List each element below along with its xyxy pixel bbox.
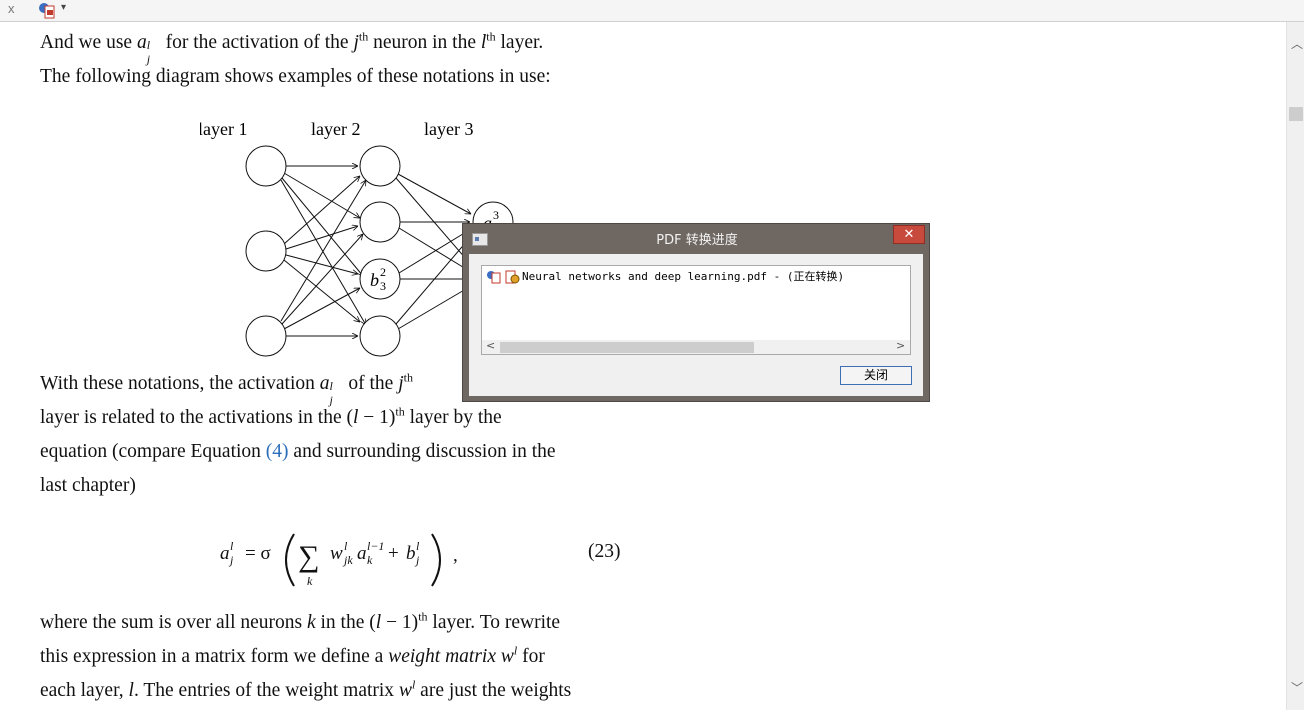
neuron-l2-2 — [359, 201, 401, 243]
paragraph-diagram-intro: The following diagram shows examples of … — [40, 66, 551, 87]
list-item[interactable]: Neural networks and deep learning.pdf - … — [486, 268, 844, 285]
neuron-l1-1 — [245, 145, 287, 187]
svg-text:∑: ∑ — [298, 540, 319, 573]
top-toolbar: x ▾ — [0, 0, 1304, 22]
vertical-scrollbar[interactable]: ︿ ﹀ — [1286, 22, 1304, 710]
svg-text:a: a — [357, 543, 367, 564]
close-tab-icon[interactable]: x — [8, 1, 15, 16]
paragraph-sum-line2: this expression in a matrix form we defi… — [40, 643, 545, 668]
weight-connections — [280, 166, 473, 336]
pdf-converter-icon[interactable] — [38, 1, 56, 19]
dialog-body: Neural networks and deep learning.pdf - … — [469, 254, 923, 396]
layer-2-label: layer 2 — [311, 119, 360, 139]
svg-text:l: l — [344, 539, 348, 553]
equation-23: a l j = σ ∑ k w l jk a l−1 k + b l j , — [220, 533, 458, 588]
paragraph-activation-notation: And we use alj for the activation of the… — [40, 29, 544, 67]
svg-text:2: 2 — [380, 265, 386, 279]
scroll-right-icon[interactable]: > — [896, 339, 905, 352]
neuron-l1-3 — [245, 315, 287, 357]
neuron-l1-2 — [245, 230, 287, 272]
pdf-gear-icon — [505, 270, 520, 284]
neuron-l2-4 — [359, 315, 401, 357]
svg-text:3: 3 — [380, 279, 386, 293]
svg-text:a: a — [220, 543, 230, 564]
svg-text:3: 3 — [493, 208, 499, 222]
close-button[interactable]: 关闭 — [840, 366, 912, 385]
paragraph-notation-line4: last chapter) — [40, 475, 136, 496]
scroll-up-icon[interactable]: ︿ — [1291, 35, 1303, 52]
pdf-conversion-dialog: PDF 转换进度 ✕ Neural networks and deep lear… — [462, 223, 930, 402]
svg-text:jk: jk — [342, 553, 353, 567]
horizontal-scrollbar[interactable]: < > — [482, 339, 910, 354]
svg-text:l: l — [230, 539, 234, 553]
svg-text:,: , — [453, 545, 458, 566]
bias-label: b — [370, 270, 379, 290]
dialog-title: PDF 转换进度 — [656, 233, 738, 248]
layer-1-label: layer 1 — [200, 119, 247, 139]
conversion-file-list[interactable]: Neural networks and deep learning.pdf - … — [481, 265, 911, 355]
svg-text:l: l — [416, 539, 420, 553]
svg-text:= σ: = σ — [245, 543, 271, 564]
equation-4-link[interactable]: (4) — [266, 441, 289, 462]
paragraph-notation-line2: layer is related to the activations in t… — [40, 404, 502, 429]
equation-number: (23) — [588, 541, 621, 562]
svg-text:l−1: l−1 — [367, 539, 384, 553]
paragraph-sum-line1: where the sum is over all neurons k in t… — [40, 609, 561, 634]
dialog-close-button[interactable]: ✕ — [893, 225, 925, 244]
svg-text:b: b — [406, 543, 416, 564]
scroll-thumb[interactable] — [1289, 107, 1303, 121]
pdf-converter-icon — [487, 271, 501, 284]
scroll-left-icon[interactable]: < — [486, 339, 495, 352]
paragraph-sum-line3: each layer, l. The entries of the weight… — [40, 677, 572, 702]
file-item-label: Neural networks and deep learning.pdf - … — [522, 270, 845, 283]
paragraph-notation-line1: With these notations, the activation alj… — [40, 370, 413, 408]
neuron-l2-1 — [359, 145, 401, 187]
paragraph-notation-line3: equation (compare Equation (4) and surro… — [40, 441, 556, 462]
svg-text:k: k — [307, 574, 313, 588]
dropdown-caret-icon[interactable]: ▾ — [61, 2, 66, 13]
horizontal-scroll-thumb[interactable] — [500, 342, 754, 353]
svg-text:+: + — [388, 543, 399, 564]
layer-3-label: layer 3 — [424, 119, 473, 139]
svg-text:k: k — [367, 553, 373, 567]
svg-text:w: w — [330, 543, 343, 564]
scroll-down-icon[interactable]: ﹀ — [1291, 679, 1303, 696]
